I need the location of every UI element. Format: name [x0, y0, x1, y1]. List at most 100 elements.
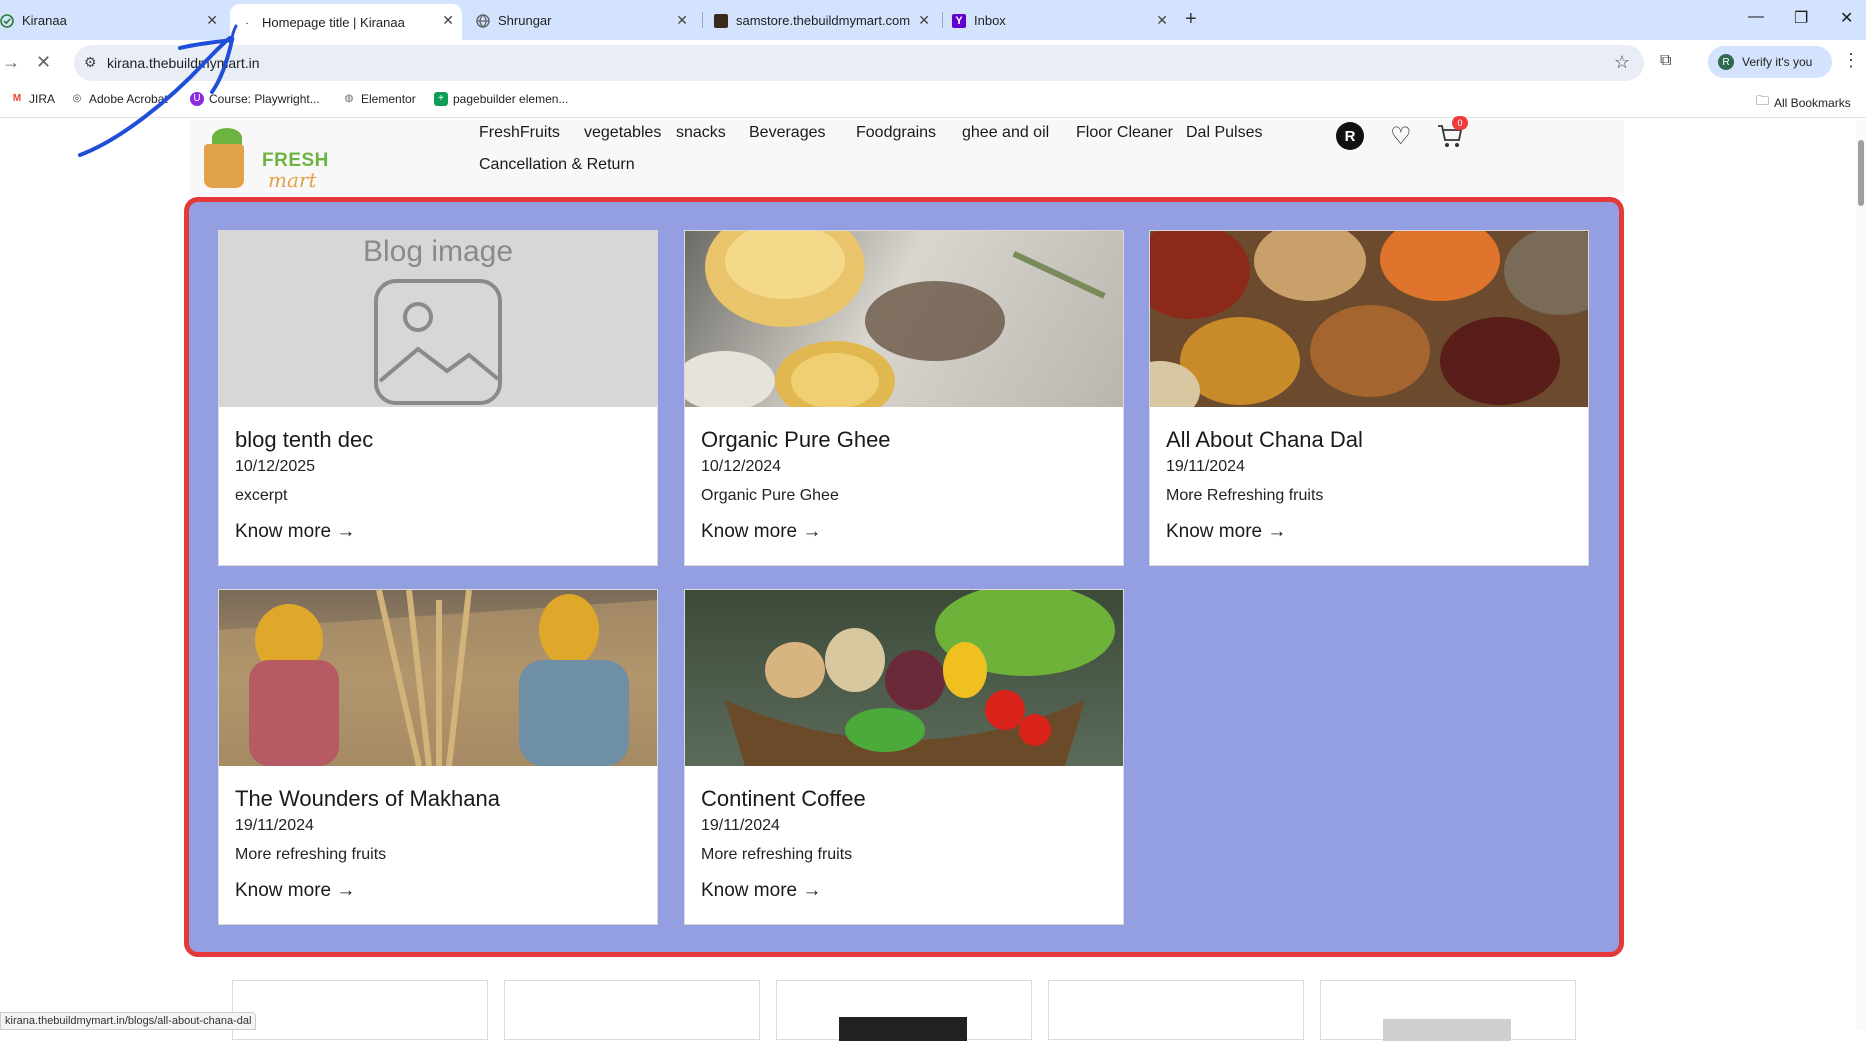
- bookmark-pagebuilder[interactable]: + pagebuilder elemen...: [434, 92, 568, 106]
- tab-inbox[interactable]: Y Inbox ✕: [952, 0, 1176, 40]
- tab-kiranaa[interactable]: Kiranaa ✕: [0, 0, 226, 40]
- restore-icon[interactable]: ❐: [1794, 8, 1808, 28]
- vegetables-illustration: [725, 590, 1115, 766]
- bookmark-course-playwright[interactable]: U Course: Playwright...: [190, 92, 320, 106]
- tab-samstore[interactable]: samstore.thebuildmymart.com ✕: [714, 0, 938, 40]
- fresh-mart-logo[interactable]: FRESH mart: [196, 122, 328, 192]
- blog-title[interactable]: The Wounders of Makhana: [235, 786, 500, 812]
- blog-title[interactable]: All About Chana Dal: [1166, 427, 1363, 453]
- close-tab-icon[interactable]: ✕: [676, 12, 688, 29]
- blog-title[interactable]: Continent Coffee: [701, 786, 866, 812]
- yahoo-mail-icon: Y: [952, 14, 966, 28]
- browser-tab-bar: Kiranaa ✕ . Homepage title | Kiranaa ✕ S…: [0, 0, 1866, 40]
- tab-homepage[interactable]: . Homepage title | Kiranaa ✕: [230, 4, 462, 40]
- close-tab-icon[interactable]: ✕: [442, 12, 454, 29]
- brand-card[interactable]: [232, 980, 488, 1040]
- verify-profile-button[interactable]: R Verify it's you: [1708, 46, 1832, 78]
- url-text[interactable]: kirana.thebuildmymart.in: [107, 55, 260, 71]
- know-more-link[interactable]: Know more →: [1166, 521, 1286, 543]
- tab-separator: [942, 12, 943, 28]
- nav-cancellation-return[interactable]: Cancellation & Return: [479, 156, 635, 174]
- minimize-icon[interactable]: —: [1748, 8, 1764, 26]
- blog-card[interactable]: Continent Coffee 19/11/2024 More refresh…: [684, 589, 1124, 925]
- brand-card[interactable]: [504, 980, 760, 1040]
- know-more-link[interactable]: Know more →: [235, 880, 355, 902]
- bookmark-star-icon[interactable]: ☆: [1614, 52, 1630, 73]
- verify-label: Verify it's you: [1742, 55, 1813, 69]
- close-tab-icon[interactable]: ✕: [1156, 12, 1168, 29]
- tab-title: Inbox: [974, 12, 1006, 28]
- blog-image-harvest: [219, 590, 657, 766]
- know-more-link[interactable]: Know more →: [701, 880, 821, 902]
- bookmark-label: Course: Playwright...: [209, 92, 320, 106]
- site-header: FRESH mart FreshFruits vegetables snacks…: [190, 116, 1624, 196]
- blog-card[interactable]: The Wounders of Makhana 19/11/2024 More …: [218, 589, 658, 925]
- blog-title[interactable]: Organic Pure Ghee: [701, 427, 891, 453]
- know-more-link[interactable]: Know more →: [701, 521, 821, 543]
- wishlist-heart-icon[interactable]: ♡: [1390, 122, 1412, 151]
- image-placeholder-icon: [374, 279, 502, 405]
- link-status-bar: kirana.thebuildmymart.in/blogs/all-about…: [0, 1012, 257, 1030]
- nav-snacks[interactable]: snacks: [676, 124, 726, 142]
- blog-excerpt: excerpt: [235, 487, 288, 504]
- forward-arrow-icon[interactable]: →: [2, 52, 20, 73]
- page-scrollbar[interactable]: [1856, 120, 1866, 1030]
- brand-card[interactable]: [1320, 980, 1576, 1041]
- new-tab-plus-icon[interactable]: +: [1185, 8, 1197, 31]
- nav-freshfruits[interactable]: FreshFruits: [479, 124, 560, 142]
- tab-shrungar[interactable]: Shrungar ✕: [476, 0, 696, 40]
- site-settings-icon[interactable]: ⚙: [84, 54, 97, 71]
- blog-placeholder-image: Blog image: [219, 231, 657, 407]
- stop-loading-icon[interactable]: ✕: [36, 52, 51, 73]
- blog-date: 19/11/2024: [1166, 458, 1245, 475]
- blog-image-vegetables: [685, 590, 1123, 766]
- all-bookmarks-folder[interactable]: 🗀 All Bookmarks: [1756, 92, 1851, 114]
- udemy-icon: U: [190, 92, 204, 106]
- loading-dot-icon: .: [245, 15, 249, 27]
- user-avatar[interactable]: R: [1336, 122, 1364, 150]
- logo-text-mart: mart: [268, 168, 317, 192]
- brand-logo: [1383, 1019, 1511, 1041]
- know-more-link[interactable]: Know more →: [235, 521, 355, 543]
- folder-icon: 🗀: [1756, 93, 1770, 108]
- blog-card[interactable]: All About Chana Dal 19/11/2024 More Refr…: [1149, 230, 1589, 566]
- nav-floor-cleaner[interactable]: Floor Cleaner: [1076, 124, 1173, 142]
- bookmark-label: pagebuilder elemen...: [453, 92, 569, 106]
- blog-title[interactable]: blog tenth dec: [235, 427, 373, 453]
- gmail-icon: M: [10, 92, 24, 106]
- blog-image-lentils: [1150, 231, 1588, 407]
- store-image-icon: [714, 14, 728, 28]
- extensions-icon[interactable]: ⧉: [1660, 52, 1671, 70]
- blog-excerpt: Organic Pure Ghee: [701, 487, 839, 504]
- nav-vegetables[interactable]: vegetables: [584, 124, 661, 142]
- blog-excerpt: More Refreshing fruits: [1166, 487, 1324, 504]
- tab-title: samstore.thebuildmymart.com: [736, 12, 911, 28]
- brand-strip: [230, 980, 1580, 1041]
- brand-card[interactable]: [776, 980, 1032, 1041]
- cart-count-badge: 0: [1452, 116, 1468, 130]
- blog-date: 19/11/2024: [701, 817, 780, 834]
- tab-title: Shrungar: [498, 12, 552, 28]
- bookmarks-bar: M JIRA ◎ Adobe Acrobat U Course: Playwri…: [0, 86, 1866, 118]
- close-tab-icon[interactable]: ✕: [918, 12, 930, 29]
- sheets-icon: +: [434, 92, 448, 106]
- scrollbar-thumb[interactable]: [1858, 140, 1864, 206]
- bookmark-adobe-acrobat[interactable]: ◎ Adobe Acrobat: [70, 92, 168, 106]
- close-window-icon[interactable]: ✕: [1840, 8, 1853, 28]
- nav-ghee-and-oil[interactable]: ghee and oil: [962, 124, 1049, 142]
- nav-beverages[interactable]: Beverages: [749, 124, 826, 142]
- brand-card[interactable]: [1048, 980, 1304, 1040]
- nav-dal-pulses[interactable]: Dal Pulses: [1186, 124, 1262, 142]
- globe-icon: [476, 14, 490, 28]
- blog-card[interactable]: Organic Pure Ghee 10/12/2024 Organic Pur…: [684, 230, 1124, 566]
- close-tab-icon[interactable]: ✕: [206, 12, 218, 29]
- nav-foodgrains[interactable]: Foodgrains: [856, 124, 936, 142]
- bookmark-elementor[interactable]: ◍ Elementor: [342, 92, 416, 106]
- address-bar[interactable]: ⚙ kirana.thebuildmymart.in ☆: [74, 45, 1644, 81]
- brand-logo: [839, 1017, 967, 1041]
- blog-card[interactable]: Blog image blog tenth dec 10/12/2025 exc…: [218, 230, 658, 566]
- bookmark-jira[interactable]: M JIRA: [10, 92, 55, 106]
- more-menu-icon[interactable]: ⋮: [1842, 50, 1860, 71]
- browser-toolbar: → ✕ ⚙ kirana.thebuildmymart.in ☆ ⧉ R Ver…: [0, 40, 1866, 86]
- profile-avatar: R: [1718, 54, 1734, 70]
